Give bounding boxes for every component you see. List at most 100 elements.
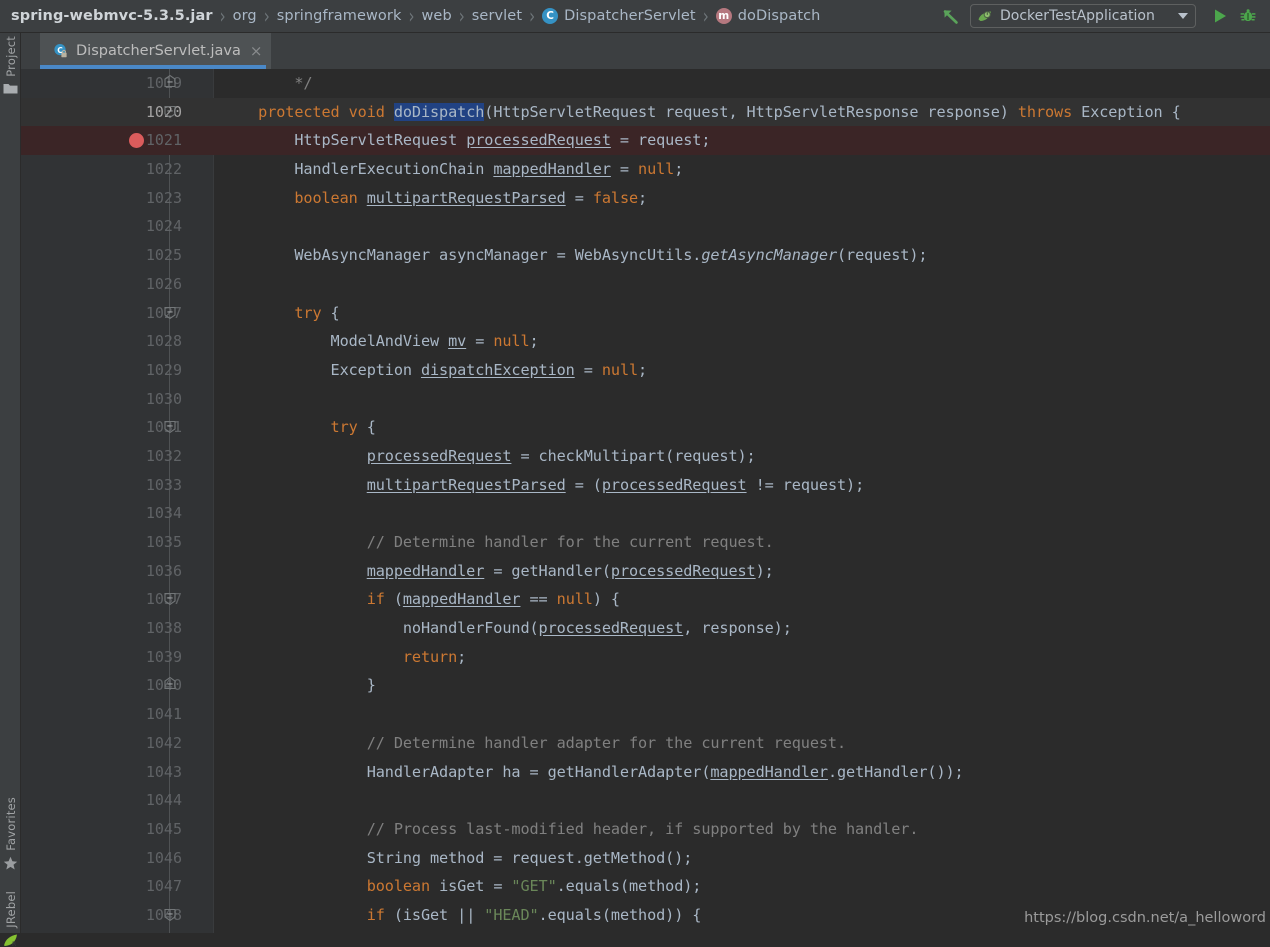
code-line-row[interactable]: 1031 try { <box>21 413 1270 442</box>
code-line-row[interactable]: 1043 HandlerAdapter ha = getHandlerAdapt… <box>21 758 1270 787</box>
code-text: processedRequest = checkMultipart(reques… <box>366 446 756 465</box>
star-icon <box>3 856 18 871</box>
editor-tabs: C DispatcherServlet.java × <box>21 33 1270 69</box>
breadcrumb-separator: › <box>702 3 709 29</box>
code-line-row[interactable]: 1025 WebAsyncManager asyncManager = WebA… <box>21 241 1270 270</box>
code-line-row[interactable]: 1024 <box>21 212 1270 241</box>
watermark-text: https://blog.csdn.net/a_helloword <box>1024 910 1266 926</box>
code-text: // Determine handler adapter for the cur… <box>222 733 847 752</box>
chevron-down-icon[interactable] <box>1178 13 1188 19</box>
code-editor[interactable]: 1019 */ 1020 protected void doDispatch(H… <box>21 69 1270 933</box>
code-line-row[interactable]: 1020 protected void doDispatch(HttpServl… <box>21 97 1270 127</box>
code-line-row[interactable]: 1032 processedRequest = checkMultipart(r… <box>21 442 1270 471</box>
code-text: // Process last-modified header, if supp… <box>222 819 919 838</box>
code-line-row[interactable]: 1044 <box>21 786 1270 815</box>
line-number: 1024 <box>145 217 182 236</box>
fold-marker-start-icon[interactable] <box>162 906 178 923</box>
code-line-row[interactable]: 1046 String method = request.getMethod()… <box>21 844 1270 873</box>
class-icon: C <box>542 8 559 24</box>
fold-marker-start-icon[interactable] <box>162 590 178 607</box>
code-line-row[interactable]: 1039 return; <box>21 643 1270 672</box>
fold-marker-start-icon[interactable] <box>162 418 178 435</box>
run-play-icon[interactable] <box>1206 3 1234 29</box>
code-line-row[interactable]: 1023 boolean multipartRequestParsed = fa… <box>21 184 1270 213</box>
code-line-row[interactable]: 1036 mappedHandler = getHandler(processe… <box>21 557 1270 586</box>
line-number: 1039 <box>145 647 182 666</box>
left-tool-window-stripe: Project Favorites JRebel R <box>0 33 21 947</box>
breadcrumb-separator: › <box>263 3 270 29</box>
code-line-row[interactable]: 1034 <box>21 499 1270 528</box>
tab-dispatcherservlet-java[interactable]: C DispatcherServlet.java × <box>40 33 272 69</box>
project-folder-icon <box>3 82 18 95</box>
sidebar-item-favorites[interactable]: Favorites <box>0 797 21 871</box>
breadcrumb-item-jar[interactable]: spring-webmvc-5.3.5.jar <box>11 8 213 24</box>
breadcrumb-item-dodispatch[interactable]: m doDispatch <box>715 8 821 24</box>
sidebar-item-jrebel[interactable]: JRebel R <box>0 891 21 947</box>
code-text: multipartRequestParsed = (processedReque… <box>366 475 865 494</box>
breadcrumb-separator: › <box>408 3 415 29</box>
breadcrumb-item-web[interactable]: web <box>421 8 451 24</box>
code-line-row[interactable]: 1019 */ <box>21 69 1270 98</box>
code-line-row[interactable]: 1022 HandlerExecutionChain mappedHandler… <box>21 155 1270 184</box>
fold-marker-start-icon[interactable] <box>162 103 178 120</box>
line-number: 1022 <box>145 160 182 179</box>
java-class-readonly-icon: C <box>53 43 69 59</box>
line-number: 1045 <box>145 819 182 838</box>
fold-marker-start-icon[interactable] <box>162 304 178 321</box>
spring-boot-leaf-icon <box>977 8 993 24</box>
sidebar-item-label: JRebel <box>3 891 18 928</box>
code-text: HandlerAdapter ha = getHandlerAdapter(ma… <box>222 762 964 781</box>
line-number: 1023 <box>145 188 182 207</box>
line-number: 1025 <box>145 246 182 265</box>
code-line-row[interactable]: 1030 <box>21 385 1270 414</box>
code-text: boolean isGet = "GET".equals(method); <box>366 877 702 896</box>
code-line-row[interactable]: 1033 multipartRequestParsed = (processed… <box>21 471 1270 500</box>
fold-marker-end-icon[interactable] <box>162 74 178 91</box>
code-line-row[interactable]: 1038 noHandlerFound(processedRequest, re… <box>21 614 1270 643</box>
breadcrumb-item-org[interactable]: org <box>233 8 257 24</box>
code-line-row[interactable]: 1021 HttpServletRequest processedRequest… <box>21 126 1270 156</box>
breadcrumb-separator: › <box>458 3 465 29</box>
breadcrumb-item-springframework[interactable]: springframework <box>277 8 402 24</box>
toolbar-actions: DockerTestApplication <box>936 3 1270 29</box>
run-configuration-selector[interactable]: DockerTestApplication <box>970 4 1196 28</box>
code-text: boolean multipartRequestParsed = false; <box>294 188 648 207</box>
code-line-row[interactable]: 1026 <box>21 270 1270 299</box>
breadcrumb-label: springframework <box>276 8 402 24</box>
line-number: 1034 <box>145 504 182 523</box>
code-line-row[interactable]: 1037 if (mappedHandler == null) { <box>21 585 1270 614</box>
method-icon: m <box>715 8 732 24</box>
code-line-row[interactable]: 1045 // Process last-modified header, if… <box>21 815 1270 844</box>
code-line-row[interactable]: 1029 Exception dispatchException = null; <box>21 356 1270 385</box>
code-text: mappedHandler = getHandler(processedRequ… <box>366 561 774 580</box>
code-line-row[interactable]: 1042 // Determine handler adapter for th… <box>21 729 1270 758</box>
code-text: HttpServletRequest processedRequest = re… <box>222 131 711 150</box>
code-lines: 1019 */ 1020 protected void doDispatch(H… <box>21 69 1270 930</box>
back-arrow-icon[interactable] <box>936 3 964 29</box>
code-text: String method = request.getMethod(); <box>222 848 693 867</box>
debug-bug-icon[interactable] <box>1234 3 1262 29</box>
tab-label: DispatcherServlet.java <box>76 43 241 59</box>
code-text: noHandlerFound(processedRequest, respons… <box>222 619 792 638</box>
code-text: protected void doDispatch(HttpServletReq… <box>222 102 1181 121</box>
intellij-idea-window: spring-webmvc-5.3.5.jar › org › springfr… <box>0 0 1270 947</box>
code-line-row[interactable]: 1041 <box>21 700 1270 729</box>
line-number: 1028 <box>145 332 182 351</box>
breadcrumb-item-servlet[interactable]: servlet <box>472 8 522 24</box>
sidebar-item-project[interactable]: Project <box>0 36 21 95</box>
breadcrumb-label: servlet <box>471 8 523 24</box>
close-icon[interactable]: × <box>250 43 263 59</box>
fold-marker-end-icon[interactable] <box>162 676 178 693</box>
code-line-row[interactable]: 1035 // Determine handler for the curren… <box>21 528 1270 557</box>
code-line-row[interactable]: 1047 boolean isGet = "GET".equals(method… <box>21 872 1270 901</box>
svg-text:R: R <box>12 941 16 947</box>
line-number: 1036 <box>145 561 182 580</box>
breadcrumb-item-dispatcherservlet[interactable]: C DispatcherServlet <box>542 8 696 24</box>
code-line-row[interactable]: 1028 ModelAndView mv = null; <box>21 327 1270 356</box>
code-line-row[interactable]: 1027 try { <box>21 299 1270 328</box>
code-line-row[interactable]: 1040 } <box>21 671 1270 700</box>
